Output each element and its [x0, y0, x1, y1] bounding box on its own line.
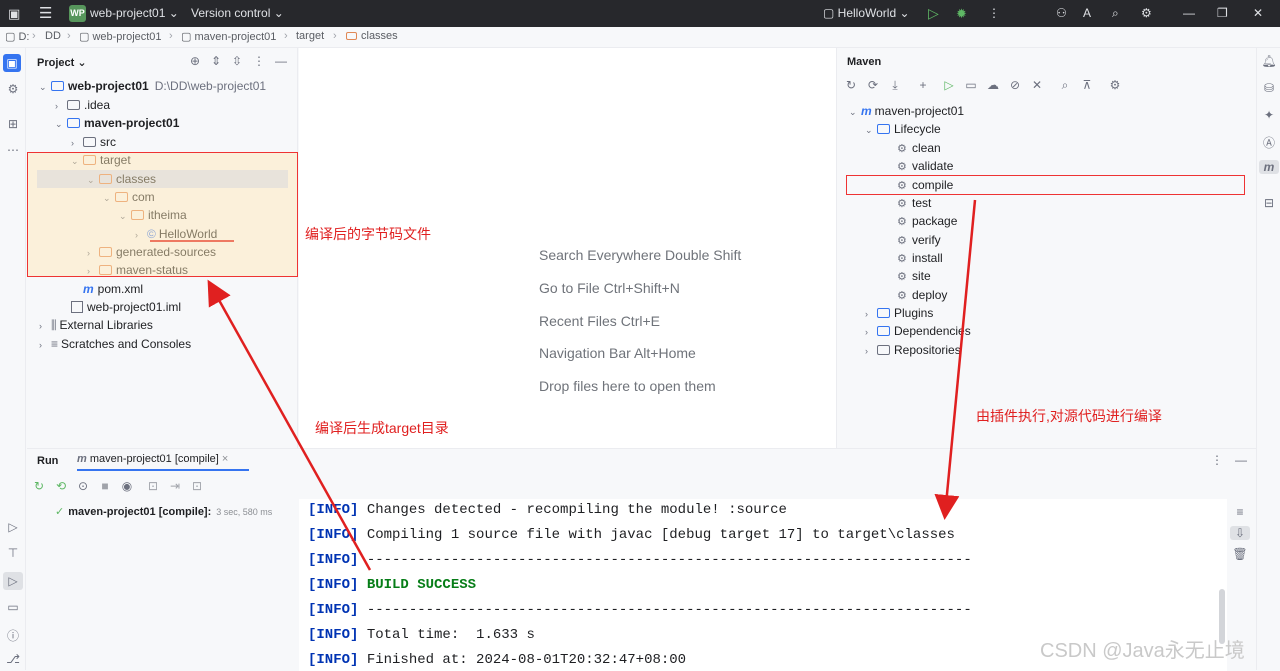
annotation-arrows	[207, 199, 977, 571]
arrow-to-console	[934, 199, 977, 520]
annotation-plugin: 由插件执行,对源代码进行编译	[976, 408, 1162, 424]
watermark: CSDN @Java永无止境	[1040, 640, 1245, 662]
annotation-bytecode: 编译后的字节码文件	[305, 226, 431, 242]
annotation-target-dir: 编译后生成target目录	[315, 420, 449, 436]
